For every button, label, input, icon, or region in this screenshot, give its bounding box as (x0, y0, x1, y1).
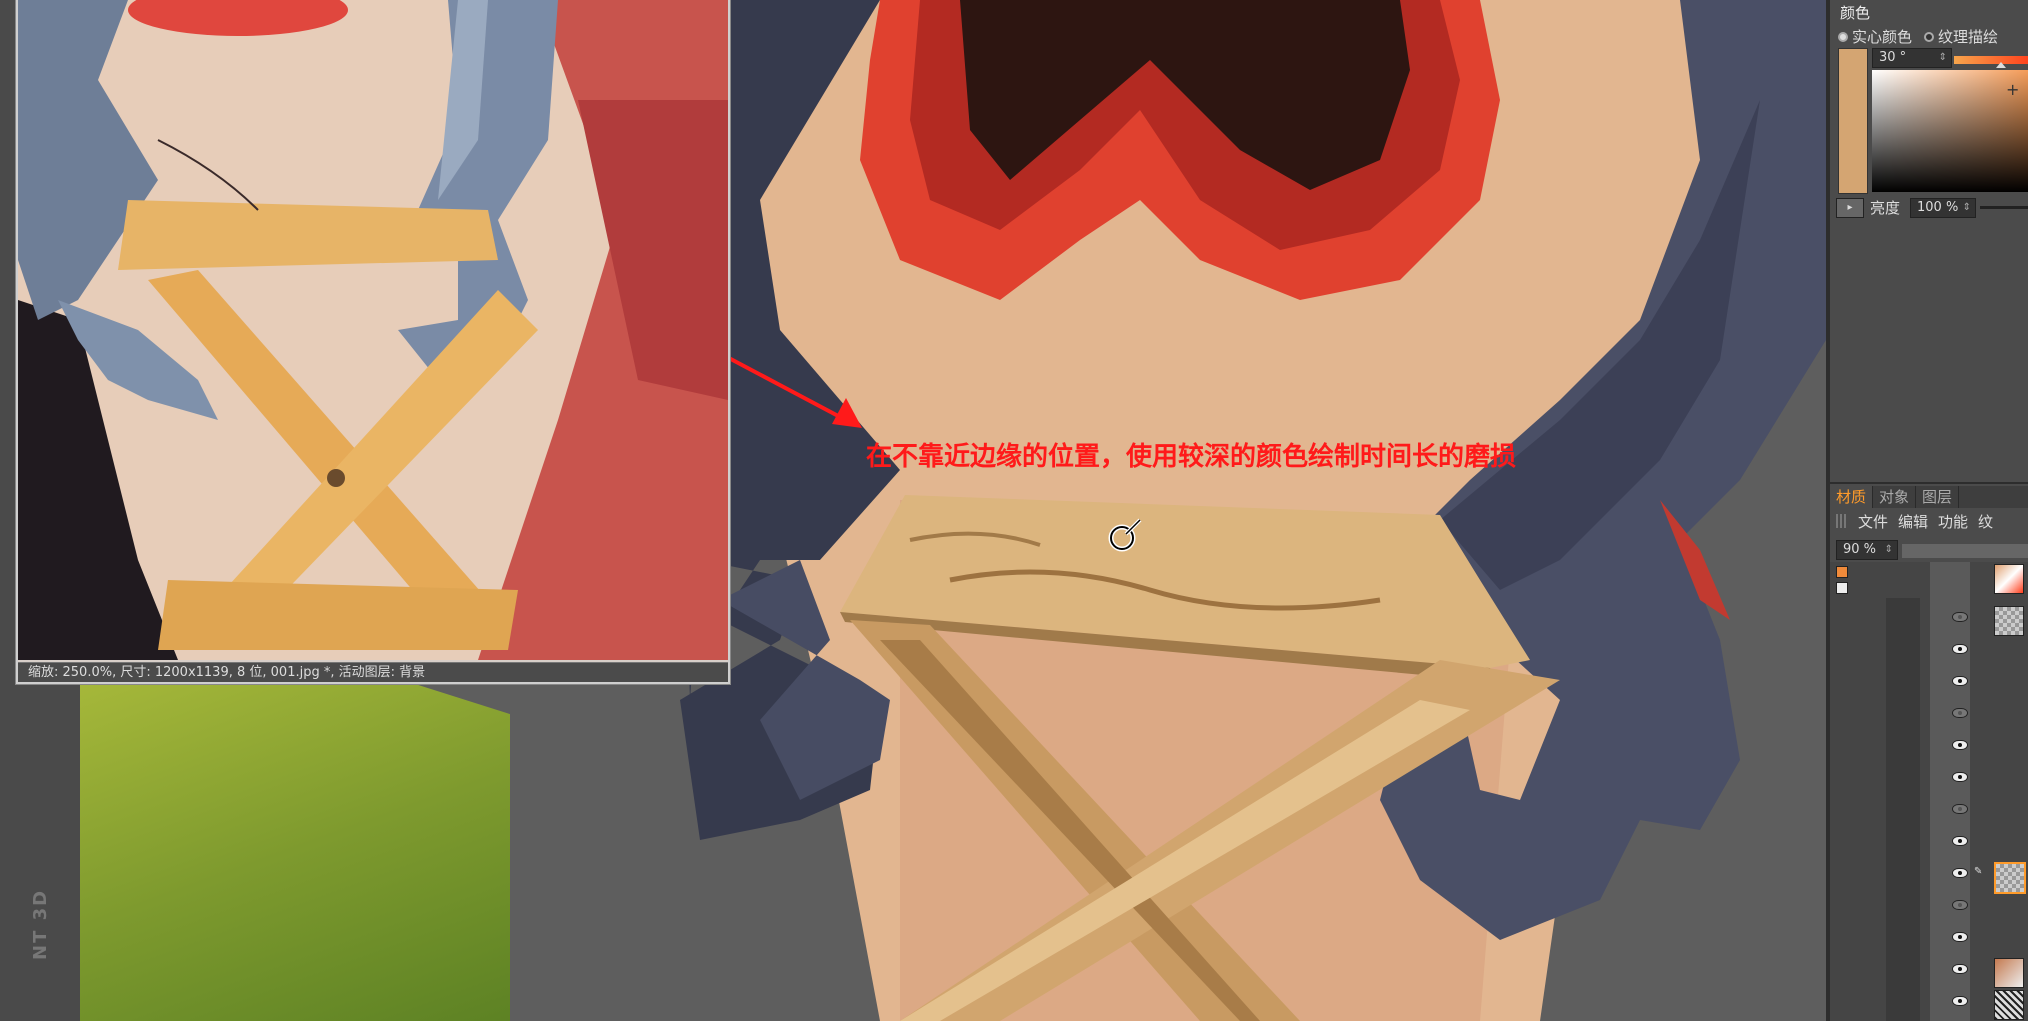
visible-eye-icon[interactable] (1952, 932, 1968, 942)
visible-eye-icon[interactable] (1952, 964, 1968, 974)
current-color-swatch[interactable] (1838, 48, 1868, 194)
reference-image (18, 0, 728, 660)
brush-cursor-icon (1108, 518, 1142, 552)
3d-viewport[interactable]: NT 3D 缩放: 250.0%, 尺寸: 1200x1139, 8 位, 00… (0, 0, 1826, 1021)
brightness-spinbox[interactable]: 100 % ⇕ (1910, 198, 1976, 218)
color-panel-title: 颜色 (1840, 4, 1871, 22)
hidden-eye-icon[interactable] (1952, 900, 1968, 910)
material-tabs: 材质 对象 图层 (1830, 486, 2028, 508)
material-white-chip[interactable] (1836, 582, 1848, 594)
tab-material[interactable]: 材质 (1830, 486, 1874, 508)
spin-arrows-icon: ⇕ (1884, 544, 1893, 555)
grip-handle-icon[interactable] (1836, 514, 1848, 528)
menu-edit[interactable]: 编辑 (1898, 511, 1928, 532)
visible-eye-icon[interactable] (1952, 868, 1968, 878)
panel-divider (1830, 482, 2028, 484)
menu-file[interactable]: 文件 (1858, 511, 1888, 532)
layer-thumbnail[interactable] (1994, 606, 2024, 636)
menu-texture[interactable]: 纹 (1978, 511, 1993, 532)
reference-image-window[interactable]: 缩放: 250.0%, 尺寸: 1200x1139, 8 位, 001.jpg … (16, 0, 730, 684)
material-menu-bar: 文件 编辑 功能 纹 (1830, 510, 2028, 532)
layer-thumbnail[interactable] (1994, 990, 2024, 1020)
solid-color-radio[interactable] (1838, 31, 1848, 42)
layer-list[interactable]: ✎ (1830, 562, 2028, 1021)
hue-slider-handle-icon[interactable] (1996, 62, 2006, 68)
texture-paint-radio[interactable] (1924, 31, 1935, 42)
paint-pencil-icon: ✎ (1974, 866, 1983, 877)
visible-eye-icon[interactable] (1952, 836, 1968, 846)
material-color-chip[interactable] (1836, 566, 1848, 578)
expand-play-button[interactable]: ▸ (1836, 198, 1864, 218)
color-picker-crosshair-icon: + (2006, 80, 2020, 99)
visible-eye-icon[interactable] (1952, 676, 1968, 686)
color-picker-field[interactable] (1872, 70, 2028, 192)
hidden-eye-icon[interactable] (1952, 804, 1968, 814)
layer-track (1886, 598, 1920, 1021)
layer-thumbnail[interactable] (1994, 564, 2024, 594)
solid-color-label: 实心颜色 (1852, 28, 1913, 46)
hue-slider[interactable] (1954, 56, 2028, 64)
status-bar: 缩放: 250.0%, 尺寸: 1200x1139, 8 位, 001.jpg … (18, 662, 728, 682)
hidden-eye-icon[interactable] (1952, 612, 1968, 622)
color-mode-row: 实心颜色 纹理描绘 (1838, 26, 1998, 47)
zoom-slider[interactable] (1902, 544, 2028, 558)
annotation-text: 在不靠近边缘的位置，使用较深的颜色绘制时间长的磨损 (866, 442, 1517, 472)
visible-eye-icon[interactable] (1952, 740, 1968, 750)
visible-eye-icon[interactable] (1952, 644, 1968, 654)
menu-function[interactable]: 功能 (1938, 511, 1968, 532)
visible-eye-icon[interactable] (1952, 996, 1968, 1006)
zoom-spinbox[interactable]: 90 % ⇕ (1836, 540, 1898, 560)
hidden-eye-icon[interactable] (1952, 708, 1968, 718)
brightness-label: 亮度 (1870, 199, 1901, 217)
selected-layer-thumbnail[interactable] (1994, 862, 2026, 894)
right-side-panel: 颜色 实心颜色 纹理描绘 30 ° ⇕ + ▸ 亮度 100 % ⇕ 材质 对象 图… (1826, 0, 2028, 1021)
tab-layer[interactable]: 图层 (1916, 486, 1960, 508)
brightness-slider[interactable] (1980, 206, 2028, 209)
tab-object[interactable]: 对象 (1873, 486, 1917, 508)
layer-thumbnail[interactable] (1994, 958, 2024, 988)
layer-eye-column (1930, 562, 1970, 1021)
visible-eye-icon[interactable] (1952, 772, 1968, 782)
spin-arrows-icon: ⇕ (1938, 52, 1947, 63)
hue-spinbox[interactable]: 30 ° ⇕ (1872, 48, 1952, 68)
texture-paint-label: 纹理描绘 (1938, 28, 1999, 46)
spin-arrows-icon: ⇕ (1962, 202, 1971, 213)
